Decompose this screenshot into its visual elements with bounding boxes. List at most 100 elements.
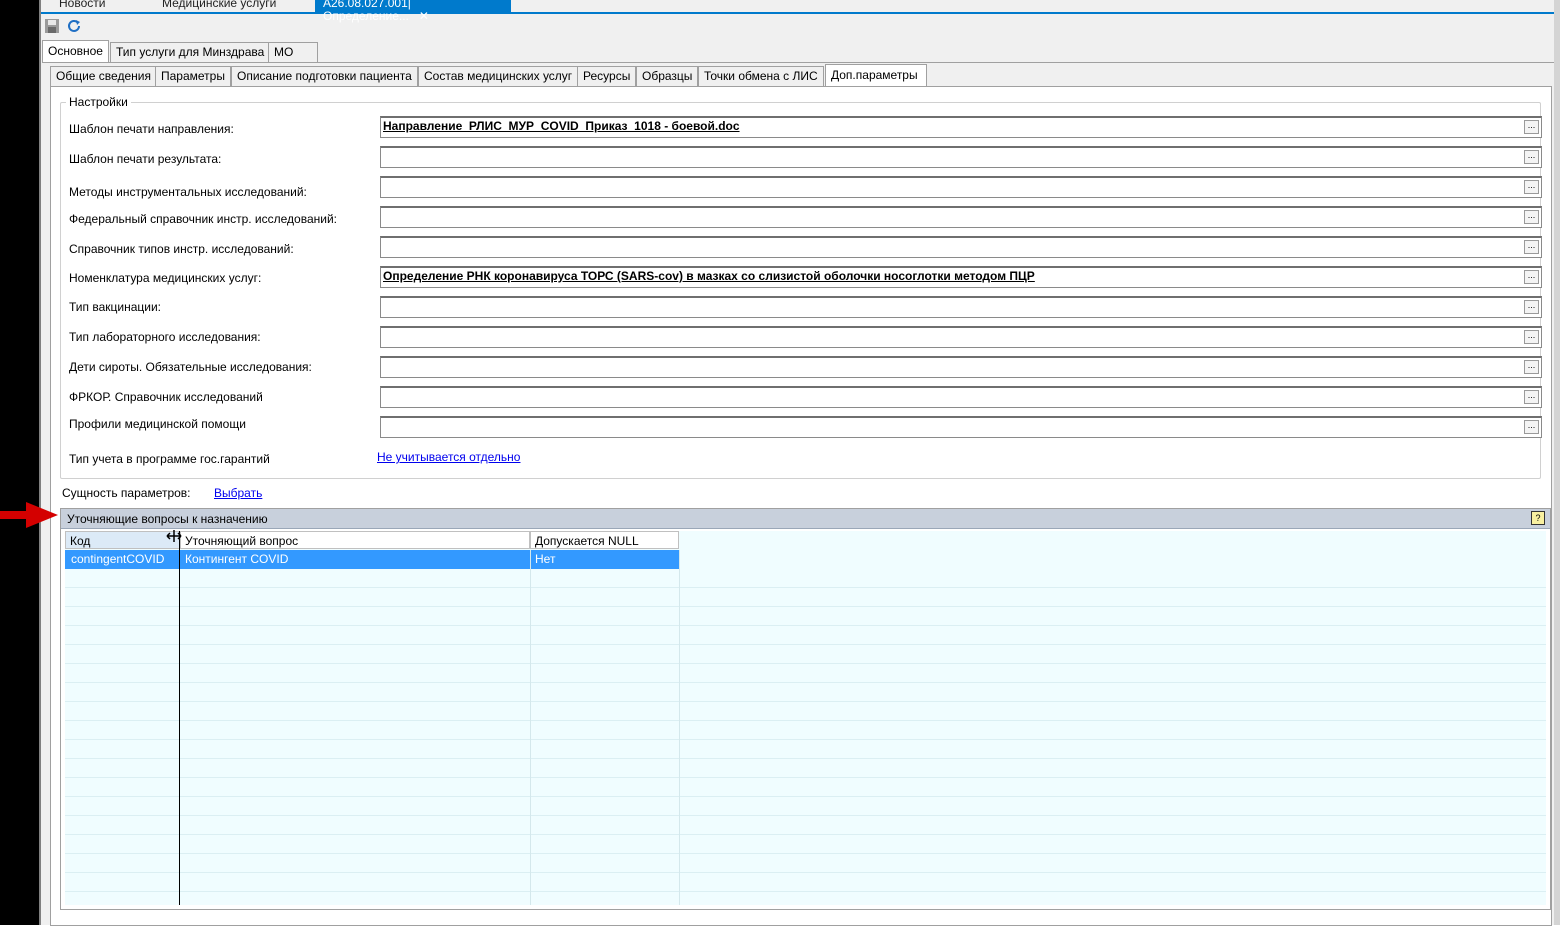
- tab-ministry-type[interactable]: Тип услуги для Минздрава: [110, 42, 271, 62]
- tab-label: Доп.параметры: [831, 68, 918, 82]
- browse-button[interactable]: ...: [1524, 420, 1539, 434]
- row-separator: [65, 663, 1546, 664]
- column-separator: [530, 550, 531, 905]
- tab-patient-preparation[interactable]: Описание подготовки пациента: [231, 66, 418, 86]
- field-label: Номенклатура медицинских услуг:: [69, 271, 262, 285]
- column-label: Допускается NULL: [535, 534, 639, 548]
- tab-samples[interactable]: Образцы: [636, 66, 699, 86]
- field-value: Определение РНК коронавируса ТОРС (SARS-…: [383, 269, 1035, 283]
- tab-service-composition[interactable]: Состав медицинских услуг: [418, 66, 579, 86]
- column-header-question[interactable]: Уточняющий вопрос: [180, 531, 530, 549]
- grid-body: Код Уточняющий вопрос Допускается NULL c…: [65, 531, 1546, 905]
- column-header-nullable[interactable]: Допускается NULL: [530, 531, 679, 549]
- browse-button[interactable]: ...: [1524, 390, 1539, 404]
- field-label: Профили медицинской помощи: [69, 417, 246, 431]
- save-icon[interactable]: [44, 18, 60, 34]
- field-label: Справочник типов инстр. исследований:: [69, 242, 294, 256]
- federal-instr-reference-field[interactable]: ...: [380, 206, 1542, 228]
- row-separator: [65, 682, 1546, 683]
- tab-label: Ресурсы: [583, 69, 631, 83]
- row-separator: [65, 891, 1546, 892]
- field-label: Тип лабораторного исследования:: [69, 330, 261, 344]
- field-label: Шаблон печати направления:: [69, 122, 234, 136]
- browse-button[interactable]: ...: [1524, 150, 1539, 164]
- doc-tab-news[interactable]: Новости: [51, 0, 113, 12]
- browse-button[interactable]: ...: [1524, 210, 1539, 224]
- cell-question[interactable]: Контингент COVID: [181, 550, 288, 569]
- gov-guarantee-link[interactable]: Не учитывается отдельно: [377, 450, 520, 464]
- field-label: Шаблон печати результата:: [69, 152, 222, 166]
- refresh-icon[interactable]: [66, 18, 82, 34]
- field-label: Методы инструментальных исследований:: [69, 185, 307, 199]
- tab-label: Тип услуги для Минздрава: [116, 45, 265, 59]
- row-separator: [65, 625, 1546, 626]
- help-icon[interactable]: ?: [1531, 511, 1545, 525]
- tab-lis-exchange[interactable]: Точки обмена с ЛИС: [698, 66, 824, 86]
- window-edge: [1554, 0, 1560, 925]
- column-label: Код: [70, 534, 91, 548]
- column-label: Уточняющий вопрос: [185, 534, 299, 548]
- column-header-code[interactable]: Код: [65, 531, 180, 549]
- entity-select-link[interactable]: Выбрать: [214, 486, 262, 500]
- row-separator: [65, 644, 1546, 645]
- document-tabs: Новости Медицинские услуги A26.08.027.00…: [41, 0, 1554, 23]
- frkor-reference-field[interactable]: ...: [380, 386, 1542, 408]
- browse-button[interactable]: ...: [1524, 330, 1539, 344]
- row-separator: [65, 834, 1546, 835]
- tab-label: Образцы: [642, 69, 693, 83]
- vaccination-type-field[interactable]: ...: [380, 296, 1542, 318]
- tab-label: Параметры: [161, 69, 225, 83]
- browse-button[interactable]: ...: [1524, 120, 1539, 134]
- toolbar: [41, 14, 1554, 38]
- row-separator: [65, 796, 1546, 797]
- row-separator: [65, 720, 1546, 721]
- doc-tab-label: Новости: [59, 0, 106, 10]
- doc-tab-service-card[interactable]: A26.08.027.001|Определение... ✕: [315, 0, 511, 23]
- result-template-field[interactable]: ...: [380, 146, 1542, 168]
- row-separator: [65, 739, 1546, 740]
- service-nomenclature-field[interactable]: Определение РНК коронавируса ТОРС (SARS-…: [380, 266, 1542, 288]
- tab-general-info[interactable]: Общие сведения: [50, 66, 157, 86]
- tab-label: МО: [274, 45, 294, 59]
- row-separator: [65, 606, 1546, 607]
- frame-border: [39, 0, 41, 925]
- gov-guarantee-label: Тип учета в программе гос.гарантий: [69, 452, 270, 466]
- browse-button[interactable]: ...: [1524, 300, 1539, 314]
- doc-tab-label: Медицинские услуги: [162, 0, 277, 10]
- field-label: Дети сироты. Обязательные исследования:: [69, 360, 312, 374]
- row-separator: [65, 815, 1546, 816]
- tab-label: Описание подготовки пациента: [237, 69, 412, 83]
- field-label: Тип вакцинации:: [69, 300, 161, 314]
- tab-mo[interactable]: МО: [268, 42, 318, 62]
- field-label: Федеральный справочник инстр. исследован…: [69, 212, 338, 226]
- row-separator: [65, 587, 1546, 588]
- row-separator: [65, 701, 1546, 702]
- left-black-area: [0, 0, 39, 925]
- direction-template-field[interactable]: Направление_РЛИС_МУР_COVID_Приказ_1018 -…: [380, 116, 1542, 138]
- settings-group-title: Настройки: [66, 95, 131, 109]
- browse-button[interactable]: ...: [1524, 180, 1539, 194]
- browse-button[interactable]: ...: [1524, 270, 1539, 284]
- cell-nullable[interactable]: Нет: [531, 550, 555, 569]
- resize-cursor-icon: [166, 530, 182, 542]
- browse-button[interactable]: ...: [1524, 360, 1539, 374]
- entity-label: Сущность параметров:: [62, 486, 191, 500]
- row-separator: [65, 777, 1546, 778]
- cell-code[interactable]: contingentCOVID: [67, 550, 164, 569]
- tab-main[interactable]: Основное: [42, 40, 109, 62]
- orphans-mandatory-field[interactable]: ...: [380, 356, 1542, 378]
- row-separator: [65, 853, 1546, 854]
- instrumental-methods-field[interactable]: ...: [380, 176, 1542, 198]
- care-profiles-field[interactable]: ...: [380, 416, 1542, 438]
- tab-label: Основное: [48, 44, 103, 58]
- doc-tab-medical-services[interactable]: Медицинские услуги: [154, 0, 284, 12]
- browse-button[interactable]: ...: [1524, 240, 1539, 254]
- tab-resources[interactable]: Ресурсы: [577, 66, 637, 86]
- tab-parameters[interactable]: Параметры: [155, 66, 231, 86]
- red-arrow-icon: [0, 502, 58, 528]
- grid-header: Уточняющие вопросы к назначению ?: [61, 509, 1550, 529]
- tab-extra-parameters[interactable]: Доп.параметры: [825, 64, 927, 86]
- instr-types-reference-field[interactable]: ...: [380, 236, 1542, 258]
- lab-research-type-field[interactable]: ...: [380, 326, 1542, 348]
- tab-label: Состав медицинских услуг: [424, 69, 573, 83]
